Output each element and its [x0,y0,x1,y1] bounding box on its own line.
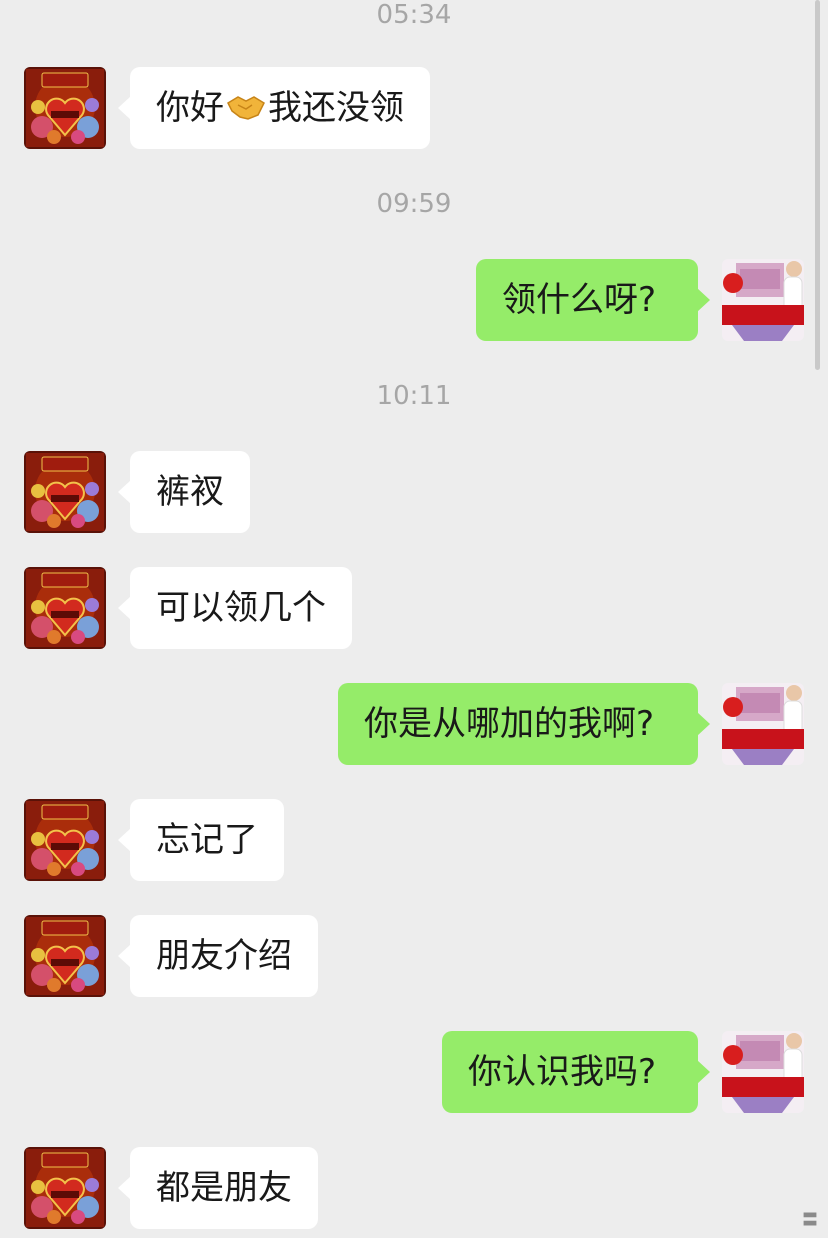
contact-avatar[interactable] [24,567,106,649]
message-text: 朋友介绍 [156,936,292,976]
self-avatar[interactable] [722,1031,804,1113]
contact-avatar-image [24,799,106,881]
contact-avatar[interactable] [24,451,106,533]
contact-avatar-image [24,915,106,997]
message-text: 领什么呀? [502,280,657,320]
message-bubble-outgoing[interactable]: 领什么呀? [476,259,710,341]
watermark: 〓 [801,1210,818,1229]
message-bubble-incoming[interactable]: 都是朋友 [118,1147,318,1229]
message-bubble-incoming[interactable]: 忘记了 [118,799,284,881]
timestamp: 05:34 [376,0,452,30]
message-text: 裤衩 [156,472,224,512]
message-bubble-outgoing[interactable]: 你认识我吗? [442,1031,710,1113]
chat-view[interactable]: 05:34 你好 我还没领 09:59 领什么呀? 10:11 裤衩 可以领几个 … [0,0,828,1238]
contact-avatar[interactable] [24,1147,106,1229]
message-text: 你好 [156,88,224,128]
contact-avatar-image [24,67,106,149]
contact-avatar-image [24,451,106,533]
self-avatar-image [722,683,804,765]
message-bubble-incoming[interactable]: 裤衩 [118,451,250,533]
message-bubble-incoming[interactable]: 可以领几个 [118,567,352,649]
message-text: 你认识我吗? [468,1052,657,1092]
contact-avatar[interactable] [24,799,106,881]
message-text: 你是从哪加的我啊? [364,704,655,744]
contact-avatar-image [24,567,106,649]
message-text: 我还没领 [268,88,404,128]
contact-avatar[interactable] [24,67,106,149]
message-bubble-incoming[interactable]: 朋友介绍 [118,915,318,997]
contact-avatar[interactable] [24,915,106,997]
message-text: 忘记了 [156,820,258,860]
scrollbar[interactable] [815,0,820,370]
message-text: 可以领几个 [156,588,326,628]
self-avatar-image [722,1031,804,1113]
self-avatar-image [722,259,804,341]
message-bubble-outgoing[interactable]: 你是从哪加的我啊? [338,683,710,765]
message-bubble-incoming[interactable]: 你好 我还没领 [118,67,430,151]
handshake-icon [226,69,266,151]
timestamp: 10:11 [376,381,452,411]
timestamp: 09:59 [376,189,452,219]
self-avatar[interactable] [722,683,804,765]
message-text: 都是朋友 [156,1168,292,1208]
self-avatar[interactable] [722,259,804,341]
contact-avatar-image [24,1147,106,1229]
